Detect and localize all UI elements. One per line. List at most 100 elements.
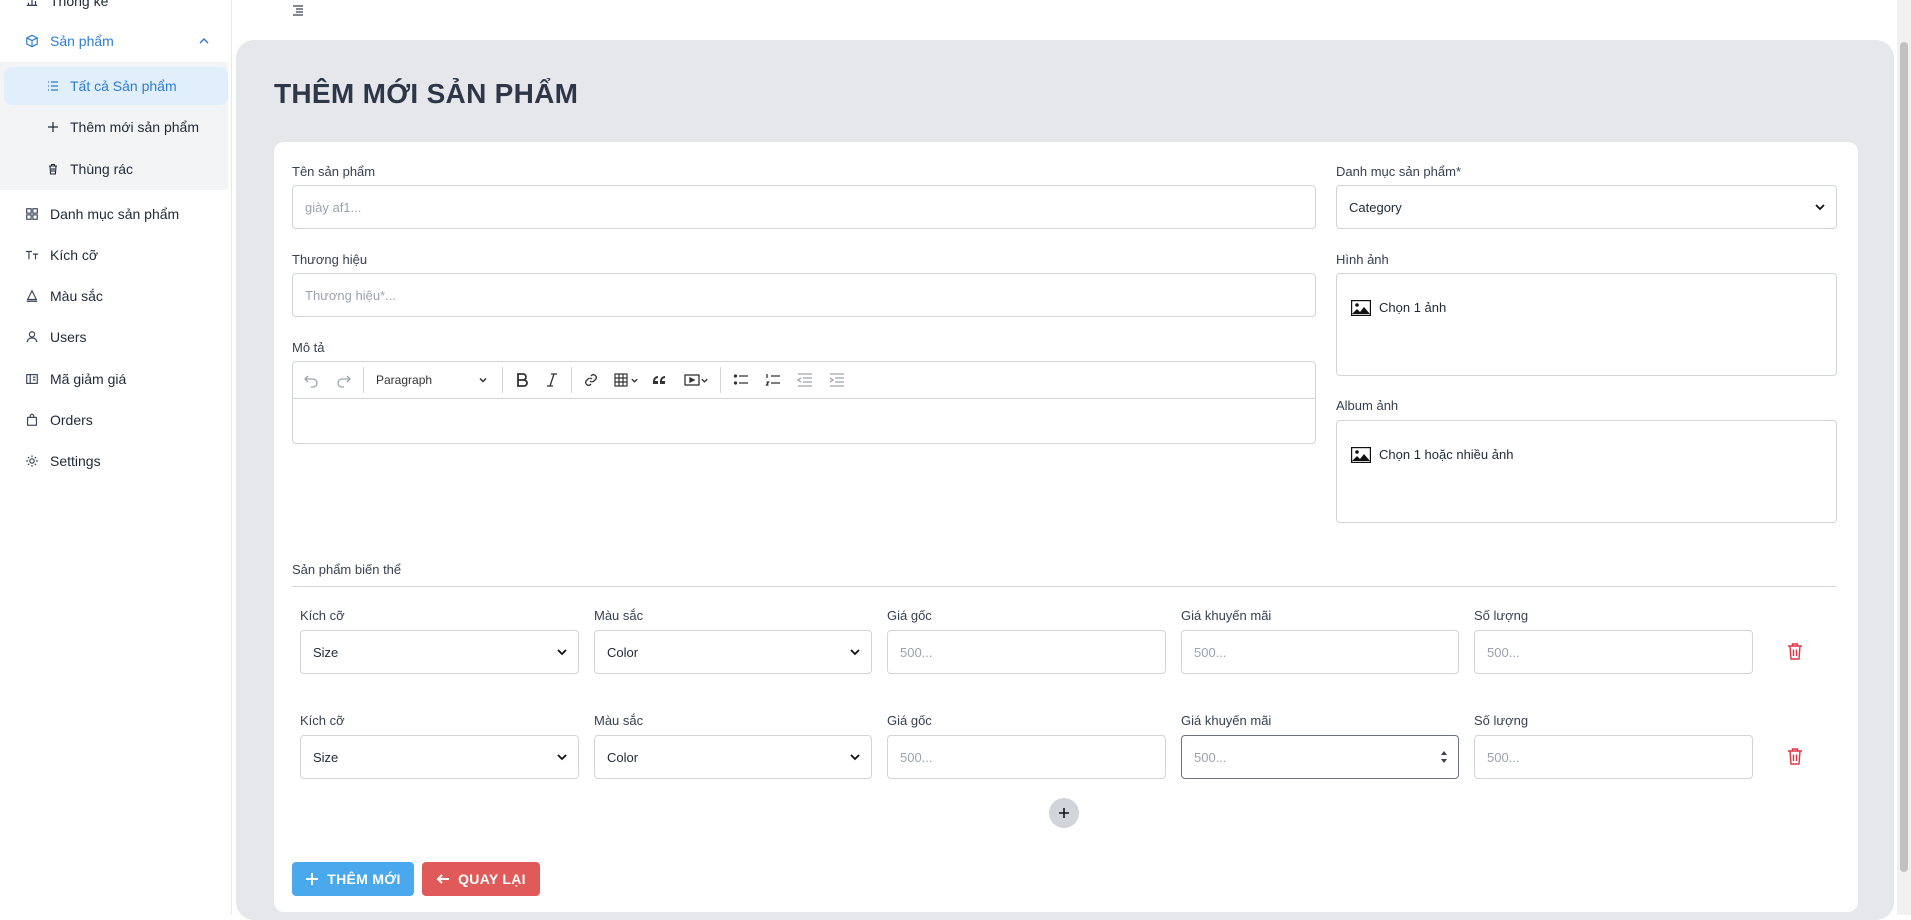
size-select[interactable]: Size: [300, 735, 579, 779]
brand-label: Thương hiệu: [292, 252, 368, 267]
sidebar-subitem-label: Tất cả Sản phẩm: [70, 78, 177, 94]
sidebar-item-label: Màu sắc: [50, 288, 103, 304]
price-input[interactable]: [900, 749, 1165, 765]
sidebar-item-sizes[interactable]: Kích cỡ: [0, 236, 228, 274]
sidebar-subitem-label: Thùng rác: [70, 161, 134, 177]
size-value: Size: [313, 749, 339, 765]
table-icon[interactable]: [606, 361, 646, 399]
sidebar-item-users[interactable]: Users: [0, 318, 228, 356]
blockquote-icon[interactable]: [646, 361, 676, 399]
sidebar-item-discounts[interactable]: Mã giảm giá: [0, 360, 228, 398]
sidebar-item-categories[interactable]: Danh mục sản phẩm: [0, 195, 228, 233]
media-embed-icon[interactable]: [676, 361, 716, 399]
size-label: Kích cỡ: [300, 608, 345, 623]
size-select[interactable]: Size: [300, 630, 579, 674]
size-value: Size: [313, 644, 339, 660]
quantity-input[interactable]: [1487, 749, 1752, 765]
back-button[interactable]: QUAY LẠI: [422, 862, 540, 896]
add-product-button[interactable]: THÊM MỚI: [292, 862, 414, 896]
sidebar-item-dashboard[interactable]: Thống kê: [0, 0, 228, 20]
italic-icon[interactable]: [537, 361, 567, 399]
number-spinner-icon[interactable]: [1440, 749, 1448, 765]
quantity-label: Số lượng: [1474, 713, 1529, 728]
sidebar: Thống kê Sản phẩm Tất cả Sản phẩm Thêm m…: [0, 0, 232, 915]
add-variant-button[interactable]: [1049, 798, 1079, 828]
image-upload[interactable]: Chọn 1 ảnh: [1336, 273, 1837, 376]
bulleted-list-icon[interactable]: [725, 361, 757, 399]
scrollbar-thumb[interactable]: [1900, 42, 1908, 872]
redo-icon[interactable]: [329, 361, 359, 399]
page-title: THÊM MỚI SẢN PHẨM: [274, 78, 579, 109]
album-upload[interactable]: Chọn 1 hoặc nhiều ảnh: [1336, 420, 1837, 523]
brand-input[interactable]: [305, 287, 1315, 303]
delete-variant-icon[interactable]: [1787, 747, 1803, 765]
sidebar-item-settings[interactable]: Settings: [0, 442, 228, 480]
paragraph-label: Paragraph: [376, 373, 433, 387]
category-select[interactable]: Category: [1336, 185, 1837, 229]
delete-variant-icon[interactable]: [1787, 642, 1803, 660]
category-label: Danh mục sản phẩm*: [1336, 164, 1462, 179]
sidebar-subitem-trash[interactable]: Thùng rác: [0, 150, 228, 188]
scrollbar[interactable]: [1897, 0, 1911, 915]
chevron-down-icon: [630, 378, 638, 383]
price-field-wrapper: [887, 630, 1166, 674]
sidebar-item-label: Settings: [50, 453, 101, 469]
product-name-input[interactable]: [305, 199, 1315, 215]
image-icon: [1351, 447, 1371, 463]
album-upload-label: Chọn 1 hoặc nhiều ảnh: [1379, 447, 1514, 462]
sidebar-item-colors[interactable]: Màu sắc: [0, 277, 228, 315]
text-size-icon: [24, 247, 40, 263]
chevron-down-icon: [850, 649, 860, 656]
description-label: Mô tả: [292, 340, 325, 355]
chevron-down-icon: [700, 378, 708, 383]
form-card: [274, 142, 1858, 912]
sale-price-input[interactable]: [1194, 644, 1458, 660]
size-label: Kích cỡ: [300, 713, 345, 728]
quantity-field-wrapper: [1474, 630, 1753, 674]
bold-icon[interactable]: [507, 361, 537, 399]
outdent-icon[interactable]: [789, 361, 821, 399]
image-icon: [1351, 300, 1371, 316]
quantity-input[interactable]: [1487, 644, 1752, 660]
chevron-down-icon: [557, 649, 567, 656]
chevron-down-icon: [850, 754, 860, 761]
sidebar-item-label: Kích cỡ: [50, 247, 99, 263]
sale-price-field-wrapper: [1181, 735, 1459, 779]
price-label: Giá gốc: [887, 608, 932, 623]
paragraph-dropdown[interactable]: Paragraph: [368, 361, 498, 399]
description-editor[interactable]: [292, 398, 1316, 444]
link-icon[interactable]: [576, 361, 606, 399]
sale-price-input[interactable]: [1194, 749, 1458, 765]
toolbar-separator: [363, 367, 364, 393]
chevron-down-icon: [557, 754, 567, 761]
coupon-icon: [24, 371, 40, 387]
sidebar-item-products[interactable]: Sản phẩm: [0, 22, 228, 60]
trash-icon: [46, 162, 60, 176]
name-label: Tên sản phẩm: [292, 164, 376, 179]
divider: [292, 586, 1837, 587]
sidebar-subitem-add-product[interactable]: Thêm mới sản phẩm: [0, 108, 228, 146]
undo-icon[interactable]: [293, 361, 329, 399]
sidebar-subitem-label: Thêm mới sản phẩm: [70, 119, 200, 135]
indent-icon[interactable]: [821, 361, 853, 399]
sale-price-label: Giá khuyến mãi: [1181, 608, 1272, 623]
sidebar-item-label: Users: [50, 329, 87, 345]
arrow-left-icon: [436, 874, 450, 884]
chart-icon: [24, 0, 40, 9]
sale-price-label: Giá khuyến mãi: [1181, 713, 1272, 728]
price-input[interactable]: [900, 644, 1165, 660]
numbered-list-icon[interactable]: [757, 361, 789, 399]
sidebar-item-label: Danh mục sản phẩm: [50, 206, 180, 222]
sidebar-subitem-all-products[interactable]: Tất cả Sản phẩm: [4, 67, 228, 105]
grid-icon: [24, 206, 40, 222]
sidebar-item-orders[interactable]: Orders: [0, 401, 228, 439]
box-icon: [24, 33, 40, 49]
color-select[interactable]: Color: [594, 735, 872, 779]
price-label: Giá gốc: [887, 713, 932, 728]
sidebar-item-label: Sản phẩm: [50, 33, 114, 49]
color-select[interactable]: Color: [594, 630, 872, 674]
menu-toggle-icon[interactable]: [290, 2, 306, 18]
variants-title: Sản phẩm biến thể: [292, 562, 402, 577]
price-field-wrapper: [887, 735, 1166, 779]
image-upload-label: Chọn 1 ảnh: [1379, 300, 1447, 315]
